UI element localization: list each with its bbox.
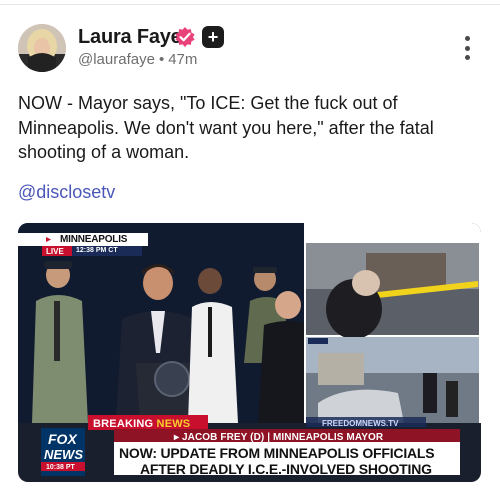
mention-link[interactable]: @disclosetv — [18, 182, 115, 203]
news-broadcast-image — [18, 223, 481, 476]
handle-row: @laurafaye • 47m — [78, 51, 197, 68]
headline-line-2: AFTER DEADLY I.C.E.-INVOLVED SHOOTING — [140, 461, 432, 477]
location-label: MINNEAPOLIS — [60, 234, 128, 245]
breaking-suffix: NEWS — [156, 418, 191, 430]
breaking-prefix: BREAKING — [93, 418, 154, 430]
verified-badge-icon — [175, 27, 195, 47]
network-time: 10:38 PT — [46, 464, 75, 471]
live-time: 12:38 PM CT — [76, 247, 118, 254]
author-handle[interactable]: @laurafaye — [78, 51, 155, 68]
separator-dot: • — [158, 51, 165, 68]
avatar[interactable] — [18, 24, 66, 72]
network-logo-news: NEWS — [44, 447, 83, 462]
top-divider — [0, 4, 500, 5]
post-media-video[interactable]: MINNEAPOLIS LIVE 12:38 PM CT BREAKING NE… — [18, 223, 481, 482]
timestamp[interactable]: 47m — [168, 51, 197, 68]
more-options-icon[interactable] — [461, 36, 473, 60]
headline-line-1: NOW: UPDATE FROM MINNEAPOLIS OFFICIALS — [119, 445, 435, 461]
speaker-line: ▸ JACOB FREY (D) | MINNEAPOLIS MAYOR — [174, 432, 384, 443]
source-credit: FREEDOMNEWS.TV — [322, 419, 399, 428]
plus-badge-icon: + — [202, 26, 224, 48]
breaking-news-label: BREAKING NEWS — [93, 418, 190, 430]
network-logo-fox: FOX — [48, 431, 77, 447]
author-name[interactable]: Laura Faye — [78, 26, 182, 49]
avatar-image — [18, 24, 66, 72]
live-label: LIVE — [46, 247, 64, 256]
post-text: NOW - Mayor says, "To ICE: Get the fuck … — [18, 93, 434, 162]
